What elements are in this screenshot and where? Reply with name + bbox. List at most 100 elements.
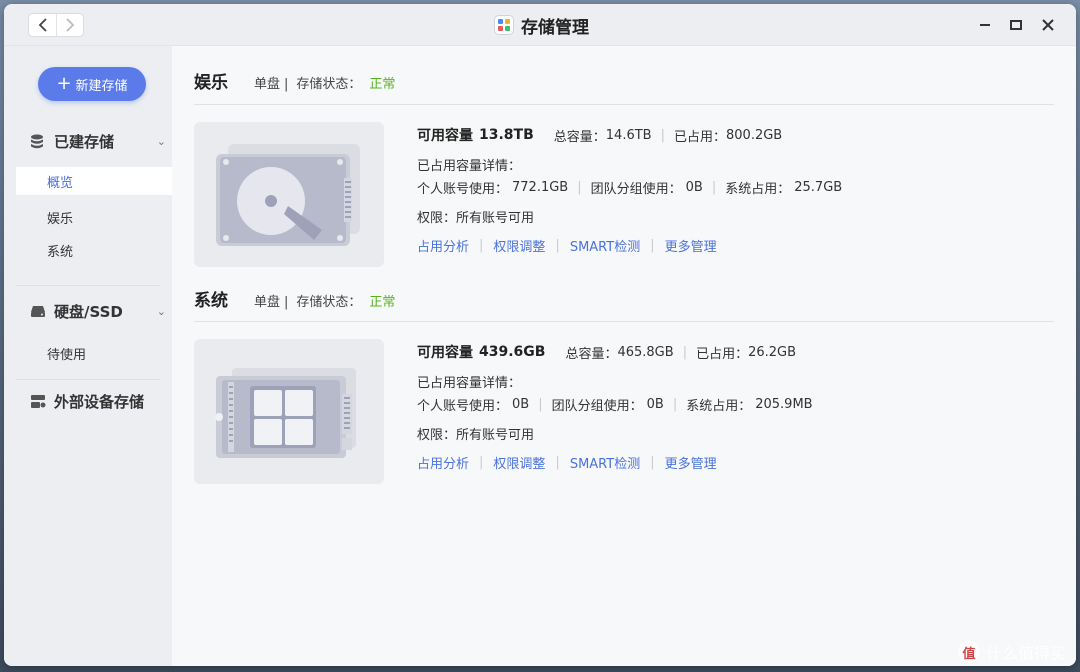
separator: | [711, 179, 717, 195]
volume-name: 系统 [194, 291, 228, 311]
hdd-icon [216, 143, 360, 246]
smart-check-link[interactable]: SMART检测 [570, 236, 640, 255]
separator: | [479, 454, 484, 470]
status-badge: 正常 [369, 77, 396, 92]
back-button[interactable] [29, 14, 56, 36]
status-badge: 正常 [369, 295, 396, 310]
sidebar-group-label: 外部设备存储 [54, 392, 145, 411]
permission-text: 权限：所有账号可用 [417, 210, 535, 226]
chevron-down-icon: ⌄ [156, 304, 166, 318]
permission-text: 权限：所有账号可用 [417, 427, 535, 443]
separator: | [284, 295, 289, 310]
used-label: 已占用： [696, 346, 749, 362]
total-value: 14.6TB [605, 127, 652, 143]
more-management-link[interactable]: 更多管理 [665, 236, 717, 255]
sidebar-divider [16, 285, 160, 286]
close-icon [1042, 19, 1054, 31]
separator: | [672, 396, 678, 412]
sidebar-group-label: 已建存储 [54, 132, 115, 151]
volume-name: 娱乐 [194, 73, 228, 93]
volume-type: 单盘 [254, 295, 281, 310]
section-divider [194, 321, 1054, 322]
hdd-thumbnail [194, 122, 384, 267]
sidebar-group-created-storage[interactable]: 已建存储 ⌄ [30, 129, 170, 153]
permission-adjust-link[interactable]: 权限调整 [493, 236, 545, 255]
sidebar-group-external-storage[interactable]: 外部设备存储 [30, 389, 170, 413]
personal-label: 个人账号使用： [417, 398, 509, 414]
new-storage-label: 新建存储 [75, 78, 128, 94]
watermark-text: 什么值得买 [985, 644, 1066, 663]
separator: | [660, 127, 665, 143]
chevron-down-icon: ⌄ [156, 134, 166, 148]
separator: | [650, 237, 655, 253]
total-label: 总容量： [565, 346, 618, 362]
available-label: 可用容量 [417, 345, 473, 361]
sidebar: + 新建存储 已建存储 ⌄ 概览 娱乐 系统 硬盘/SSD ⌄ 待使用 外部设备… [4, 46, 172, 666]
total-value: 465.8GB [617, 344, 674, 360]
ssd-icon [215, 367, 356, 458]
total-label: 总容量： [553, 129, 606, 145]
sidebar-item-system[interactable]: 系统 [16, 236, 172, 264]
available-value: 439.6GB [479, 344, 546, 360]
watermark-badge-icon: 值 [957, 641, 980, 663]
separator: | [555, 237, 560, 253]
maximize-button[interactable] [1006, 15, 1026, 35]
permission-adjust-link[interactable]: 权限调整 [493, 453, 545, 472]
personal-label: 个人账号使用： [417, 181, 509, 197]
separator: | [577, 179, 582, 195]
system-value: 25.7GB [794, 179, 843, 195]
volume-info-entertainment: 可用容量 13.8TB 总容量： 14.6TB | 已占用： 800.2GB 已… [417, 126, 843, 255]
ssd-thumbnail [194, 339, 384, 484]
used-detail-label: 已占用容量详情： [417, 375, 522, 391]
separator: | [284, 77, 289, 92]
system-label: 系统占用： [725, 181, 791, 197]
system-value: 205.9MB [755, 396, 813, 412]
status-label: 存储状态： [296, 295, 362, 310]
minimize-icon [980, 24, 990, 26]
sidebar-item-overview[interactable]: 概览 [16, 167, 172, 195]
sidebar-item-entertainment[interactable]: 娱乐 [16, 203, 172, 231]
sidebar-item-unused[interactable]: 待使用 [16, 339, 172, 367]
separator: | [682, 344, 688, 360]
volume-info-system: 可用容量 439.6GB 总容量： 465.8GB | 已占用： 26.2GB … [417, 343, 813, 472]
drive-icon [30, 303, 46, 319]
separator: | [538, 396, 543, 412]
team-value: 0B [646, 396, 664, 412]
used-label: 已占用： [673, 129, 726, 145]
watermark: 值 什么值得买 [957, 640, 1066, 664]
title-bar: 存储管理 [4, 4, 1076, 46]
team-label: 团队分组使用： [551, 398, 643, 414]
minimize-button[interactable] [975, 15, 995, 35]
system-label: 系统占用： [686, 398, 752, 414]
section-divider [194, 104, 1054, 105]
status-label: 存储状态： [296, 77, 362, 92]
separator: | [555, 454, 560, 470]
sidebar-group-drives[interactable]: 硬盘/SSD ⌄ [30, 299, 170, 323]
nav-buttons [28, 13, 84, 37]
used-value: 26.2GB [748, 344, 797, 360]
forward-button[interactable] [56, 14, 83, 36]
database-icon [30, 133, 46, 149]
main-content: 娱乐 单盘 | 存储状态： 正常 可用容量 13.8TB 总容量： 14.6TB… [172, 46, 1076, 666]
sidebar-divider [16, 379, 160, 380]
plus-icon: + [56, 73, 72, 94]
chevron-left-icon [38, 18, 47, 32]
available-value: 13.8TB [479, 127, 534, 143]
external-device-icon [30, 393, 46, 409]
usage-analysis-link[interactable]: 占用分析 [417, 453, 469, 472]
usage-analysis-link[interactable]: 占用分析 [417, 236, 469, 255]
separator: | [479, 237, 484, 253]
more-management-link[interactable]: 更多管理 [665, 453, 717, 472]
new-storage-button[interactable]: + 新建存储 [38, 67, 146, 101]
personal-value: 0B [512, 396, 530, 412]
volume-header-system: 系统 单盘 | 存储状态： 正常 [194, 286, 396, 311]
personal-value: 772.1GB [512, 179, 569, 195]
window-title: 存储管理 [494, 13, 589, 38]
smart-check-link[interactable]: SMART检测 [570, 453, 640, 472]
storage-app-icon [494, 15, 514, 35]
close-button[interactable] [1038, 15, 1058, 35]
volume-header-entertainment: 娱乐 单盘 | 存储状态： 正常 [194, 68, 396, 93]
sidebar-group-label: 硬盘/SSD [54, 302, 123, 321]
window-title-text: 存储管理 [521, 17, 589, 38]
storage-manager-window: 存储管理 + 新建存储 已建存储 ⌄ 概览 娱乐 系统 硬盘/SSD ⌄ 待使用… [4, 4, 1076, 666]
